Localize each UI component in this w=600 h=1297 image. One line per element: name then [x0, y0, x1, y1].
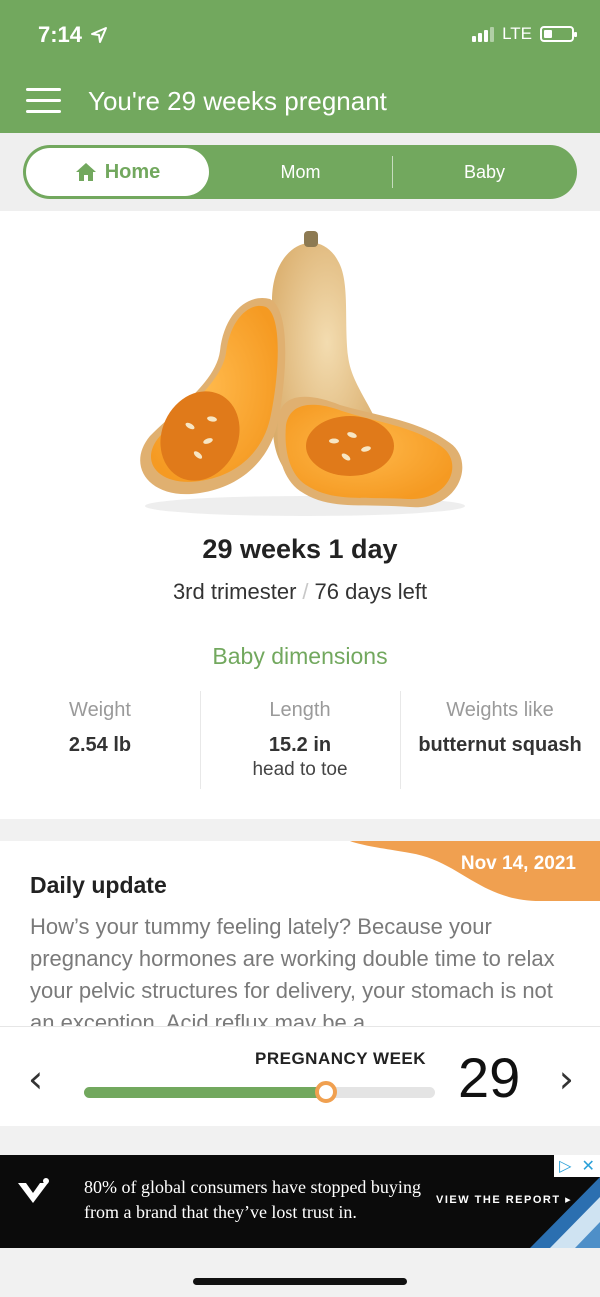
- clock-text: 7:14: [38, 22, 83, 47]
- battery-icon: [540, 26, 577, 42]
- ad-banner[interactable]: 80% of global consumers have stopped buy…: [0, 1155, 600, 1248]
- week-slider-thumb[interactable]: [315, 1081, 338, 1103]
- butternut-squash-image: [140, 231, 465, 516]
- separator: /: [302, 579, 309, 604]
- tab-mom[interactable]: Mom: [209, 145, 392, 199]
- ad-text-line2: from a brand that they’ve lost trust in.: [84, 1202, 357, 1222]
- ad-text-line1: 80% of global consumers have stopped buy…: [84, 1177, 421, 1197]
- days-left: 76 days left: [314, 579, 428, 604]
- size-comparison-card: 29 weeks 1 day 3rd trimester/76 days lef…: [0, 211, 600, 819]
- tab-home-label: Home: [104, 160, 161, 183]
- update-date: Nov 14, 2021: [460, 853, 576, 874]
- ad-decoration: [530, 1177, 600, 1248]
- pregnancy-duration: 29 weeks 1 day: [202, 534, 398, 564]
- signal-icon: [472, 26, 495, 42]
- home-icon: [75, 163, 96, 181]
- network-label: LTE: [502, 24, 532, 43]
- chevron-left-icon[interactable]: ‹: [28, 1057, 43, 1101]
- dimension-length: Length 15.2 in head to toe: [200, 691, 400, 789]
- ad-choices[interactable]: ▷ ✕: [554, 1155, 600, 1177]
- tab-home[interactable]: Home: [26, 148, 209, 196]
- week-selector-label: PREGNANCY WEEK: [255, 1049, 427, 1068]
- weights-like-value: butternut squash: [418, 734, 582, 756]
- brand-logo-icon: [18, 1178, 49, 1203]
- daily-update-title: Daily update: [30, 872, 167, 898]
- length-sub: head to toe: [252, 759, 348, 780]
- baby-dimensions-title: Baby dimensions: [212, 643, 388, 669]
- location-arrow-icon: [91, 27, 108, 43]
- status-time: 7:14: [38, 22, 108, 48]
- trimester-info: 3rd trimester/76 days left: [0, 579, 600, 605]
- dimension-weight: Weight 2.54 lb: [0, 691, 200, 789]
- menu-icon[interactable]: [26, 88, 61, 114]
- weight-label: Weight: [69, 699, 131, 721]
- page-title: You're 29 weeks pregnant: [88, 86, 387, 116]
- weights-like-label: Weights like: [446, 699, 554, 721]
- battery-level: [544, 30, 552, 38]
- trimester-label: 3rd trimester: [172, 579, 297, 604]
- length-value: 15.2 in: [268, 734, 332, 756]
- baby-dimensions: Weight 2.54 lb Length 15.2 in head to to…: [0, 691, 600, 789]
- daily-update-card[interactable]: Nov 14, 2021 Daily update How’s your tum…: [0, 841, 600, 1026]
- current-week-number: 29: [458, 1046, 521, 1109]
- dimension-weights-like: Weights like butternut squash: [400, 691, 600, 789]
- tab-baby[interactable]: Baby: [393, 145, 576, 199]
- app-header: You're 29 weeks pregnant: [0, 70, 600, 133]
- status-bar: 7:14 LTE: [0, 0, 600, 70]
- tab-bar-container: Home Mom Baby: [0, 133, 600, 211]
- week-selector: ‹ PREGNANCY WEEK 29 ›: [0, 1026, 600, 1126]
- tab-mom-label: Mom: [280, 161, 321, 182]
- ad-play-icon[interactable]: ▷: [559, 1156, 571, 1176]
- ad-close-icon[interactable]: ✕: [582, 1156, 595, 1176]
- ad-copy: 80% of global consumers have stopped buy…: [84, 1175, 421, 1225]
- tab-baby-label: Baby: [463, 161, 506, 182]
- week-slider-track[interactable]: [84, 1081, 435, 1103]
- daily-update-body: How’s your tummy feeling lately? Because…: [30, 914, 555, 1026]
- home-indicator[interactable]: [193, 1278, 407, 1285]
- status-indicators: LTE: [472, 24, 577, 44]
- length-label: Length: [269, 699, 331, 721]
- tab-bar: Home Mom Baby: [23, 145, 577, 199]
- weight-value: 2.54 lb: [68, 734, 132, 756]
- week-slider-fill: [84, 1087, 327, 1098]
- chevron-right-icon[interactable]: ›: [559, 1057, 574, 1101]
